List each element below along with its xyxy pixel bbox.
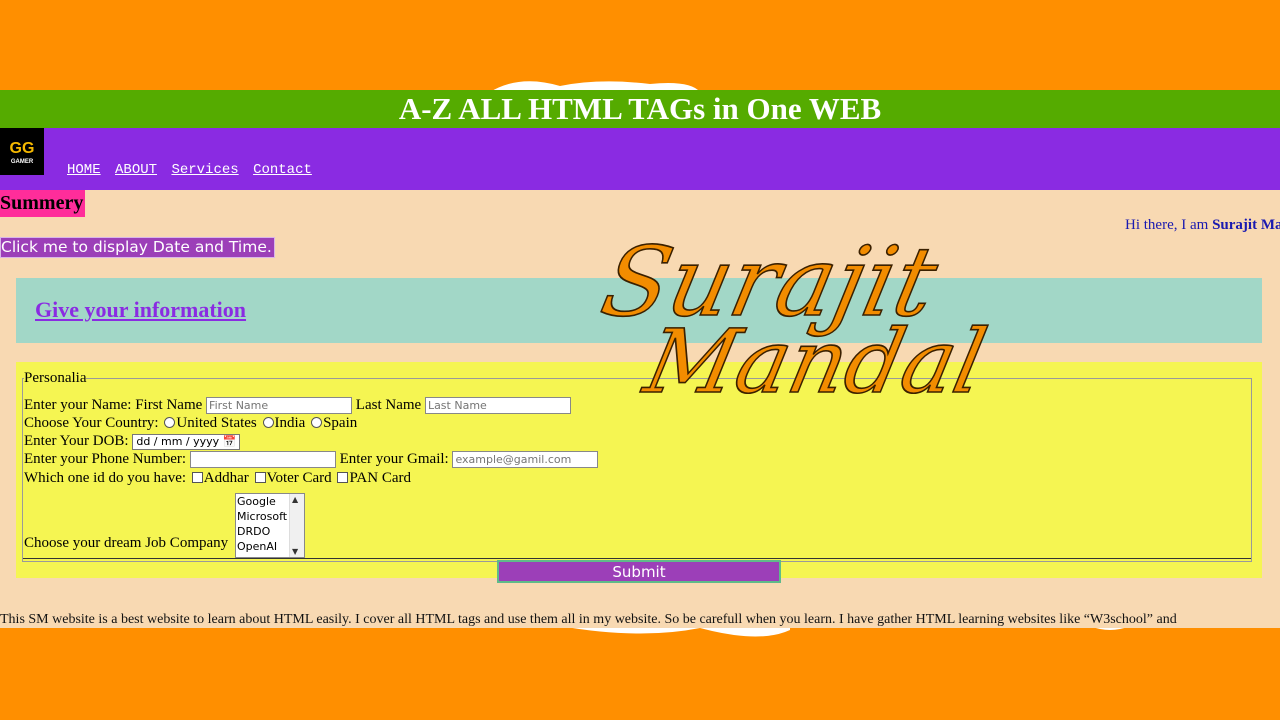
phone-label: Enter your Phone Number: <box>24 451 187 467</box>
nav-about-link[interactable]: ABOUT <box>115 162 157 178</box>
fieldset-legend: Personalia <box>24 370 87 386</box>
id-option-label: Addhar <box>203 470 249 486</box>
info-section: Give your information <box>16 278 1262 343</box>
country-option-label: India <box>274 415 306 431</box>
scroll-down-icon[interactable]: ▼ <box>292 547 298 556</box>
summary-heading[interactable]: Summery <box>0 190 86 217</box>
radio-united-states[interactable] <box>164 417 176 429</box>
navbar: GG GAMER HOME ABOUT Services Contact <box>0 128 1280 190</box>
gmail-label: Enter your Gmail: <box>339 451 449 467</box>
job-row: Choose your dream Job Company <box>24 534 228 552</box>
logo-caption: GAMER <box>10 159 34 165</box>
country-label: Choose Your Country: <box>24 415 159 431</box>
nav-services-link[interactable]: Services <box>171 162 238 178</box>
greeting-marquee: Hi there, I am Surajit Ma <box>1125 217 1280 234</box>
checkbox-pan-card[interactable] <box>337 472 349 484</box>
gmail-input[interactable] <box>452 451 599 469</box>
form-container: Personalia Enter your Name: First Name L… <box>16 362 1262 583</box>
name-row: Enter your Name: First Name Last Name <box>24 396 571 415</box>
last-name-label: Last Name <box>355 397 422 413</box>
form-divider <box>23 558 1251 559</box>
job-company-select[interactable]: Google Microsoft DRDO OpenAI ▲ ▼ <box>235 493 305 558</box>
first-name-label: Enter your Name: First Name <box>24 397 203 413</box>
id-option-label: Voter Card <box>266 470 332 486</box>
nav-home-link[interactable]: HOME <box>67 162 101 178</box>
radio-spain[interactable] <box>311 417 323 429</box>
id-row: Which one id do you have: Addhar Voter C… <box>24 469 411 487</box>
checkbox-voter-card[interactable] <box>254 472 266 484</box>
first-name-input[interactable] <box>206 397 353 415</box>
radio-india[interactable] <box>262 417 274 429</box>
phone-input[interactable] <box>189 451 336 469</box>
personal-info-fieldset: Personalia Enter your Name: First Name L… <box>22 370 1252 583</box>
site-title: A-Z ALL HTML TAGs in One WEB <box>0 90 1280 128</box>
display-date-button[interactable]: Click me to display Date and Time. <box>0 237 275 258</box>
country-option-label: Spain <box>323 415 358 431</box>
dob-value: dd / mm / yyyy <box>136 434 220 448</box>
country-row: Choose Your Country: United States India… <box>24 414 357 432</box>
id-label: Which one id do you have: <box>24 470 187 486</box>
greeting-prefix: Hi there, I am <box>1125 217 1213 233</box>
select-scrollbar[interactable]: ▲ ▼ <box>289 494 304 557</box>
contact-row: Enter your Phone Number: Enter your Gmai… <box>24 450 599 469</box>
info-heading[interactable]: Give your information <box>35 297 246 323</box>
dob-date-input[interactable]: dd / mm / yyyy 📅 <box>132 433 241 450</box>
logo-monogram: GG <box>9 140 35 157</box>
webpage: A-Z ALL HTML TAGs in One WEB GG GAMER HO… <box>0 90 1280 628</box>
logo[interactable]: GG GAMER <box>0 128 44 175</box>
last-name-input[interactable] <box>424 397 571 415</box>
job-label: Choose your dream Job Company <box>24 535 229 551</box>
checkbox-addhar[interactable] <box>191 472 203 484</box>
summary-paragraph: This SM website is a best website to lea… <box>0 612 1177 627</box>
greeting-name: Surajit Ma <box>1212 217 1280 233</box>
submit-button[interactable]: Submit <box>497 560 781 583</box>
dob-row: Enter Your DOB: dd / mm / yyyy 📅 <box>24 432 241 450</box>
id-option-label: PAN Card <box>349 470 411 486</box>
dob-label: Enter Your DOB: <box>24 433 129 449</box>
country-option-label: United States <box>176 415 257 431</box>
nav-contact-link[interactable]: Contact <box>253 162 312 178</box>
scroll-up-icon[interactable]: ▲ <box>292 495 298 504</box>
calendar-icon[interactable]: 📅 <box>223 435 237 448</box>
nav-links: HOME ABOUT Services Contact <box>67 162 318 178</box>
